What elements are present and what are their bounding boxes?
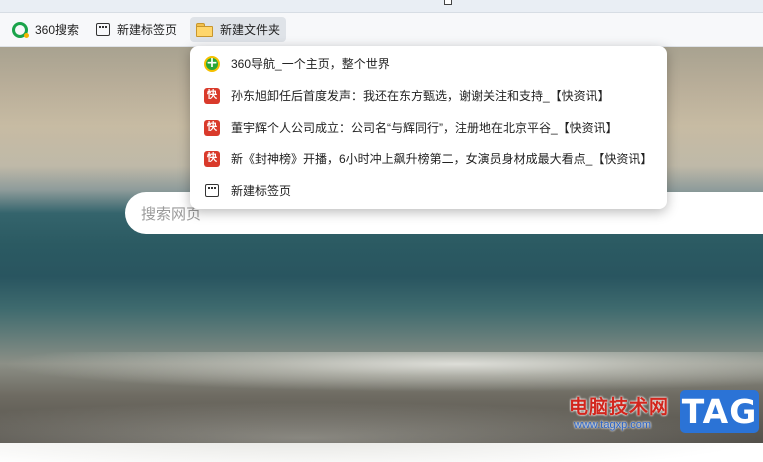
menu-item-label: 董宇辉个人公司成立：公司名“与辉同行”，注册地在北京平谷_【快资讯】 xyxy=(231,121,618,135)
menu-item-news-1[interactable]: 快 孙东旭卸任后首度发声：我还在东方甄选，谢谢关注和支持_【快资讯】 xyxy=(190,80,667,111)
folder-dropdown-menu: 360导航_一个主页，整个世界 快 孙东旭卸任后首度发声：我还在东方甄选，谢谢关… xyxy=(190,46,667,209)
watermark-url: www.tagxp.com xyxy=(574,419,652,431)
bookmark-label: 新建文件夹 xyxy=(220,23,281,37)
wave-foam xyxy=(0,352,763,392)
360-nav-icon xyxy=(204,55,220,72)
bookmark-label: 新建标签页 xyxy=(117,23,178,37)
tab-icon xyxy=(96,23,110,36)
menu-item-360-nav[interactable]: 360导航_一个主页，整个世界 xyxy=(190,48,667,79)
window-top-strip xyxy=(0,0,763,13)
menu-item-new-tab[interactable]: 新建标签页 xyxy=(190,175,667,206)
tab-icon xyxy=(205,184,219,197)
kuai-icon: 快 xyxy=(204,150,220,167)
bookmark-new-tab[interactable]: 新建标签页 xyxy=(90,17,183,42)
menu-item-label: 新建标签页 xyxy=(231,184,292,198)
watermark-site-name: 电脑技术网 xyxy=(569,396,670,418)
kuai-icon: 快 xyxy=(204,119,220,136)
watermark-logo: TAG xyxy=(680,390,759,433)
resize-handle[interactable] xyxy=(444,0,452,5)
bookmark-label: 360搜索 xyxy=(35,23,80,37)
menu-item-news-3[interactable]: 快 新《封神榜》开播，6小时冲上飙升榜第二，女演员身材成最大看点_【快资讯】 xyxy=(190,143,667,174)
menu-item-news-2[interactable]: 快 董宇辉个人公司成立：公司名“与辉同行”，注册地在北京平谷_【快资讯】 xyxy=(190,112,667,143)
bookmarks-bar: 360搜索 新建标签页 新建文件夹 xyxy=(0,13,763,47)
bookmark-folder-new[interactable]: 新建文件夹 xyxy=(190,17,287,42)
kuai-icon: 快 xyxy=(204,87,220,104)
menu-item-label: 新《封神榜》开播，6小时冲上飙升榜第二，女演员身材成最大看点_【快资讯】 xyxy=(231,152,653,166)
menu-item-label: 孙东旭卸任后首度发声：我还在东方甄选，谢谢关注和支持_【快资讯】 xyxy=(231,89,610,103)
menu-item-label: 360导航_一个主页，整个世界 xyxy=(231,57,390,71)
bookmark-360-search[interactable]: 360搜索 xyxy=(6,17,85,42)
folder-icon xyxy=(196,23,213,37)
360-search-icon xyxy=(12,21,29,38)
